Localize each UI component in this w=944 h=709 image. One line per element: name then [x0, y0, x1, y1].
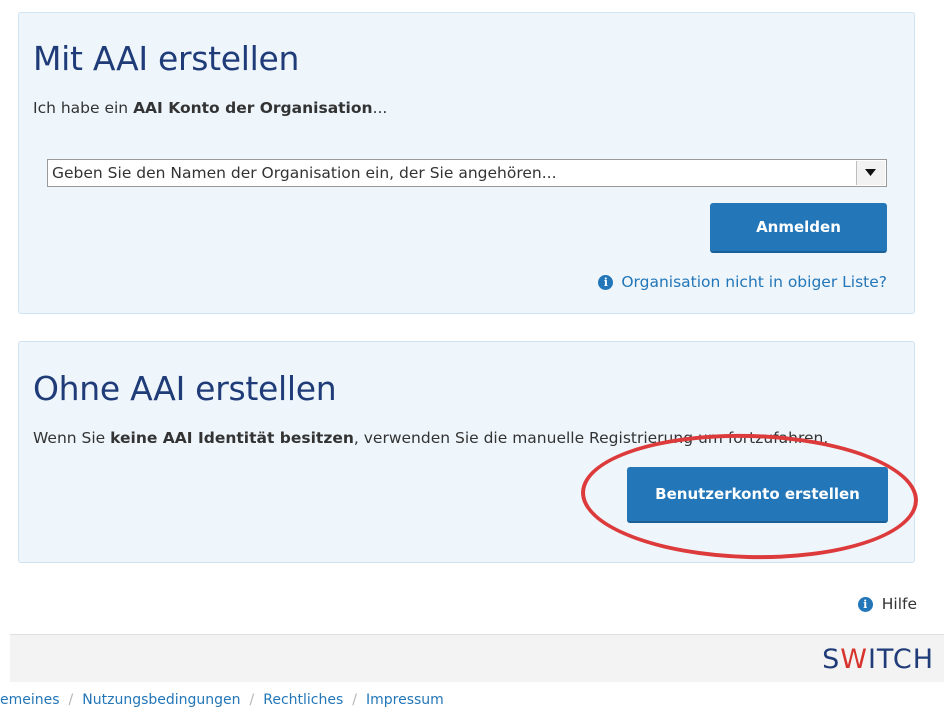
footer-bar: SWITCH — [10, 634, 944, 682]
logo-part-1: S — [822, 644, 841, 675]
chevron-down-icon — [865, 169, 876, 176]
aai-text-prefix: Ich habe ein — [33, 99, 134, 117]
footer-link-general[interactable]: emeines — [0, 692, 60, 708]
footer-link-terms[interactable]: Nutzungsbedingungen — [82, 692, 240, 708]
footer-separator: / — [249, 692, 255, 708]
footer-link-imprint[interactable]: Impressum — [366, 692, 444, 708]
help-info-icon: i — [857, 597, 873, 612]
select-dropdown-button[interactable] — [856, 161, 885, 185]
organisation-select[interactable]: Geben Sie den Namen der Organisation ein… — [47, 159, 887, 187]
aai-text-bold: AAI Konto der Organisation — [133, 99, 373, 117]
no-aai-text-prefix: Wenn Sie — [33, 429, 111, 447]
footer-separator: / — [68, 692, 74, 708]
aai-section-title: Mit AAI erstellen — [33, 39, 300, 78]
switch-logo: SWITCH — [822, 644, 934, 675]
no-aai-text-bold: keine AAI Identität besitzen — [110, 429, 354, 447]
organisation-select-placeholder: Geben Sie den Namen der Organisation ein… — [52, 164, 557, 182]
info-icon: i — [598, 275, 614, 290]
aai-login-panel: Mit AAI erstellen Ich habe ein AAI Konto… — [18, 12, 915, 314]
login-button[interactable]: Anmelden — [710, 203, 887, 253]
aai-section-text: Ich habe ein AAI Konto der Organisation.… — [33, 99, 387, 117]
organisation-not-listed-label: Organisation nicht in obiger Liste? — [621, 273, 887, 291]
footer-separator: / — [352, 692, 357, 708]
footer-link-legal[interactable]: Rechtliches — [263, 692, 343, 708]
no-aai-section-title: Ohne AAI erstellen — [33, 369, 337, 408]
aai-text-suffix: ... — [372, 99, 388, 117]
logo-part-2: ITCH — [867, 644, 934, 675]
logo-part-accent: W — [840, 644, 868, 675]
footer-links: emeines / Nutzungsbedingungen / Rechtliches /… — [0, 692, 944, 708]
help-label: Hilfe — [881, 595, 917, 613]
help-link[interactable]: i Hilfe — [857, 595, 917, 613]
organisation-not-listed-link[interactable]: i Organisation nicht in obiger Liste? — [598, 273, 887, 291]
